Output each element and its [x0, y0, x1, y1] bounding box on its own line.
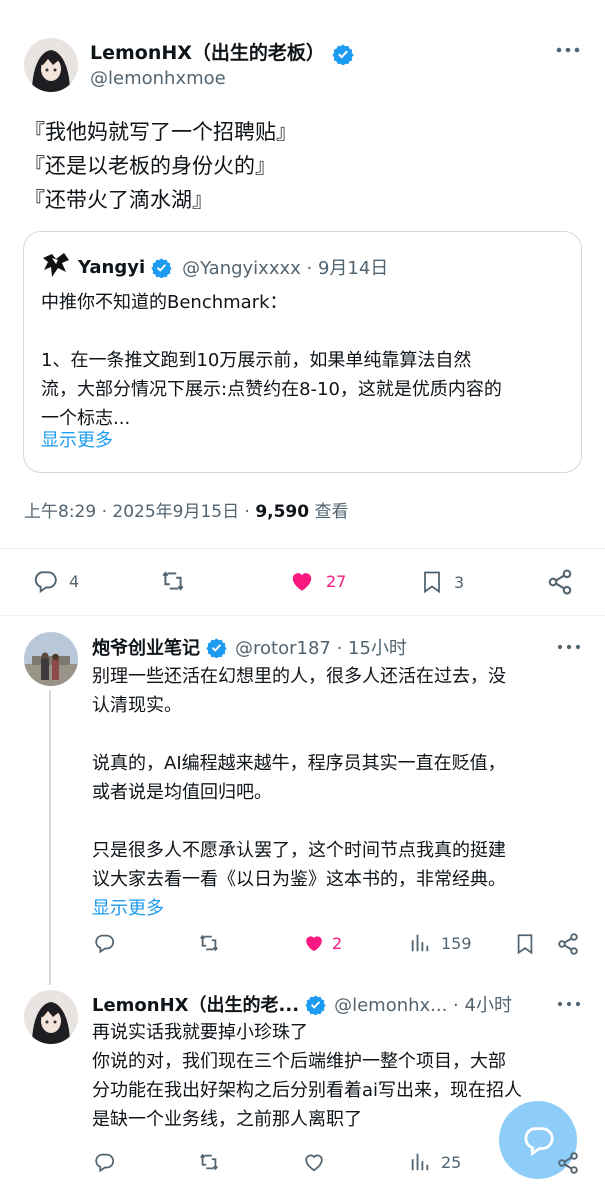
- share-button[interactable]: [546, 568, 574, 596]
- verified-badge-icon: [331, 43, 354, 65]
- reply-text-line: 认清现实。: [92, 695, 182, 716]
- reply-text-line: 别理一些还活在幻想里的人，很多人还活在过去，没: [92, 666, 506, 687]
- chat-bubble-icon: [524, 1127, 554, 1157]
- reply-author-avatar[interactable]: [24, 632, 78, 686]
- retweet-button[interactable]: [196, 932, 232, 954]
- tweet-text-line: 『还是以老板的身份火的』: [24, 154, 276, 178]
- reply-text-line: 再说实话我就要掉小珍珠了: [92, 1022, 308, 1043]
- view-label: 查看: [309, 502, 349, 522]
- show-more-link[interactable]: 显示更多: [92, 894, 506, 923]
- verified-badge-icon: [206, 637, 227, 658]
- retweet-button[interactable]: [196, 1151, 232, 1173]
- heart-filled-icon: [292, 573, 312, 591]
- quoted-tweet-card[interactable]: Yangyi @Yangyixxxx · 9月14日 中推你不知道的Benchm…: [23, 231, 582, 473]
- like-count: 27: [326, 571, 347, 591]
- like-count: 2: [332, 933, 343, 953]
- tweet-text: 『我他妈就写了一个招聘贴』 『还是以老板的身份火的』 『还带火了滴水湖』: [24, 115, 297, 217]
- retweet-icon: [162, 571, 184, 591]
- quoted-author-avatar: [40, 250, 72, 284]
- reply-author-name[interactable]: LemonHX（出生的老...: [92, 991, 299, 1017]
- like-button[interactable]: 2: [302, 932, 342, 954]
- more-options-icon[interactable]: [555, 40, 581, 60]
- author-handle[interactable]: @lemonhxmoe: [90, 68, 226, 89]
- reply-text-line: 只是很多人不愿承认罢了，这个时间节点我真的挺建: [92, 840, 506, 861]
- reply-header: LemonHX（出生的老... @lemonhx... · 4小时: [92, 991, 512, 1017]
- views-button[interactable]: 25: [409, 1151, 461, 1173]
- timestamp-text[interactable]: 上午8:29 · 2025年9月15日 ·: [24, 502, 255, 522]
- quoted-text-line: 流，大部分情况下展示:点赞约在8-10，这就是优质内容的: [41, 379, 502, 400]
- heart-icon: [305, 1154, 323, 1172]
- more-options-icon[interactable]: [557, 638, 581, 660]
- like-button[interactable]: [302, 1151, 336, 1173]
- retweet-button[interactable]: [158, 568, 198, 594]
- reply-text: 再说实话我就要掉小珍珠了 你说的对，我们现在三个后端维护一整个项目，大部 分功能…: [92, 1018, 522, 1134]
- quoted-text-line: 1、在一条推文跑到10万展示前，如果单纯靠算法自然: [41, 350, 472, 371]
- reply-text-line: 议大家去看一看《以日为鉴》这本书的，非常经典。: [92, 869, 506, 890]
- reply-text-line: 或者说是均值回归吧。: [92, 782, 272, 803]
- tweet-text-line: 『还带火了滴水湖』: [24, 188, 213, 212]
- author-name-row[interactable]: LemonHX（出生的老板）: [90, 38, 354, 65]
- like-button[interactable]: 27: [288, 568, 346, 594]
- thread-connector: [49, 690, 51, 985]
- view-count: 25: [441, 1152, 462, 1172]
- view-count: 9,590: [255, 502, 310, 522]
- bookmark-icon: [517, 934, 533, 955]
- views-button[interactable]: 159: [409, 932, 472, 954]
- share-button[interactable]: [556, 1151, 580, 1175]
- bookmark-icon: [424, 571, 440, 594]
- divider: [0, 548, 605, 549]
- author-avatar[interactable]: [24, 38, 78, 92]
- reply-icon: [95, 1153, 115, 1173]
- reply-text-line: 分功能在我出好架构之后分别看着ai写出来，现在招人: [92, 1080, 523, 1101]
- reply-button[interactable]: [92, 1151, 126, 1173]
- analytics-icon: [411, 1153, 429, 1171]
- quoted-text-line: [41, 317, 566, 346]
- reply-icon: [34, 571, 57, 594]
- share-icon: [558, 1152, 578, 1174]
- quoted-text-line: 中推你不知道的Benchmark：: [41, 292, 288, 313]
- more-options-icon[interactable]: [557, 995, 581, 1017]
- quoted-author-name: Yangyi: [78, 256, 146, 278]
- view-count: 159: [441, 933, 472, 953]
- reply-text-line: 是缺一个业务线，之前那人离职了: [92, 1109, 362, 1130]
- share-button[interactable]: [556, 932, 580, 956]
- reply-text-line: [92, 720, 506, 749]
- retweet-icon: [200, 934, 218, 952]
- quoted-tweet-text: 中推你不知道的Benchmark： 1、在一条推文跑到10万展示前，如果单纯靠算…: [41, 288, 566, 433]
- reply-count: 4: [69, 571, 80, 591]
- tweet-timestamp[interactable]: 上午8:29 · 2025年9月15日 · 9,590 查看: [24, 497, 349, 522]
- heart-filled-icon: [306, 936, 322, 952]
- reply-text-line: 你说的对，我们现在三个后端维护一整个项目，大部: [92, 1051, 506, 1072]
- reply-handle-time[interactable]: @lemonhx... · 4小时: [334, 991, 512, 1017]
- bookmark-button[interactable]: [514, 932, 536, 956]
- quoted-tweet-header: Yangyi @Yangyixxxx · 9月14日: [40, 250, 388, 284]
- show-more-link[interactable]: 显示更多: [41, 426, 113, 452]
- reply-button[interactable]: 4: [31, 568, 79, 594]
- reply-handle-time[interactable]: @rotor187 · 15小时: [235, 634, 407, 660]
- analytics-icon: [411, 934, 429, 952]
- reply-author-avatar[interactable]: [24, 990, 78, 1044]
- reply-icon: [95, 934, 115, 954]
- share-icon: [548, 569, 572, 595]
- author-name[interactable]: LemonHX（出生的老板）: [90, 42, 325, 64]
- share-icon: [558, 933, 578, 955]
- reply-text: 别理一些还活在幻想里的人，很多人还活在过去，没 认清现实。 说真的，AI编程越来…: [92, 662, 506, 923]
- quoted-text-line: 一个标志...: [41, 408, 131, 429]
- tweet-text-line: 『我他妈就写了一个招聘贴』: [24, 120, 297, 144]
- bookmark-button[interactable]: 3: [420, 568, 464, 596]
- verified-badge-icon: [305, 994, 326, 1015]
- divider: [0, 615, 605, 616]
- reply-button[interactable]: [92, 932, 126, 954]
- bookmark-count: 3: [454, 572, 465, 592]
- verified-badge-icon: [151, 257, 172, 278]
- retweet-icon: [200, 1153, 218, 1171]
- reply-author-name[interactable]: 炮爷创业笔记: [92, 634, 200, 660]
- reply-header: 炮爷创业笔记 @rotor187 · 15小时: [92, 634, 407, 660]
- quoted-handle-date: @Yangyixxxx · 9月14日: [182, 258, 389, 279]
- reply-text-line: 说真的，AI编程越来越牛，程序员其实一直在贬值，: [92, 753, 506, 774]
- reply-text-line: [92, 807, 506, 836]
